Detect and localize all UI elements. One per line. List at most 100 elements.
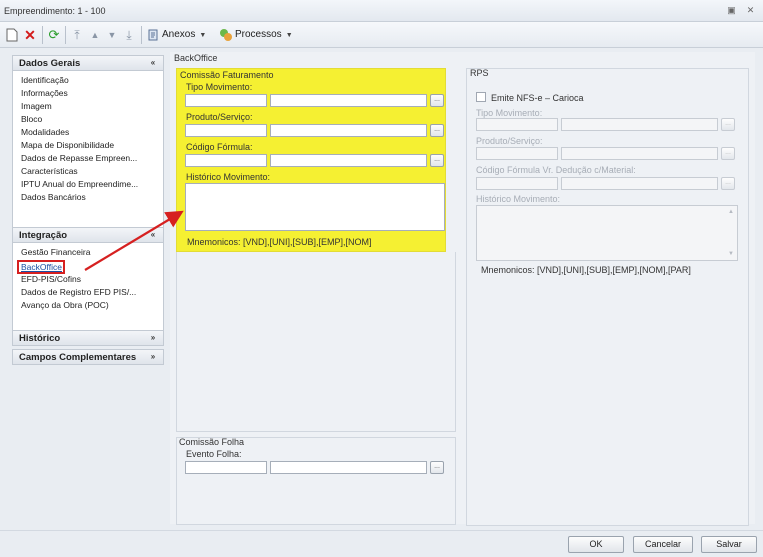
rps-codigo-formula-label: Código Fórmula Vr. Dedução c/Material: [476, 165, 636, 175]
evento-folha-desc-field[interactable] [270, 461, 427, 474]
new-document-icon[interactable] [4, 27, 20, 43]
close-window-icon[interactable]: ✕ [745, 5, 756, 16]
sidebar-item-iptu-anual[interactable]: IPTU Anual do Empreendime... [13, 179, 163, 192]
footer: OK Cancelar Salvar [0, 530, 763, 557]
sidebar-item-caracteristicas[interactable]: Características [13, 166, 163, 179]
rps-tipo-movimento-label: Tipo Movimento: [476, 108, 543, 118]
rps-historico-movimento-label: Histórico Movimento: [476, 194, 561, 204]
anexos-menu[interactable]: Anexos ▼ [162, 29, 206, 40]
group-header-historico[interactable]: Histórico » [12, 330, 164, 346]
next-record-icon[interactable]: ▼ [104, 27, 120, 43]
sidebar-item-backoffice[interactable]: BackOffice [17, 260, 65, 274]
rps-produto-servico-lookup-button[interactable]: ... [721, 147, 735, 160]
tipo-movimento-desc-field[interactable] [270, 94, 427, 107]
rps-tipo-movimento-desc-field[interactable] [561, 118, 718, 131]
tipo-movimento-code-field[interactable] [185, 94, 267, 107]
rps-codigo-formula-code-field[interactable] [476, 177, 558, 190]
rps-tipo-movimento-lookup-button[interactable]: ... [721, 118, 735, 131]
group-title: Campos Complementares [19, 352, 137, 363]
toolbar-separator [42, 26, 43, 44]
group-historico: Histórico » [12, 330, 164, 346]
sidebar-item-informacoes[interactable]: Informações [13, 88, 163, 101]
toolbar-separator [65, 26, 66, 44]
evento-folha-lookup-button[interactable]: ... [430, 461, 444, 474]
chevron-down-icon: ▼ [285, 32, 293, 39]
sidebar-item-efd-pis-cofins[interactable]: EFD-PIS/Cofins [13, 274, 163, 287]
group-header-integracao[interactable]: Integração « [12, 227, 164, 243]
expand-icon[interactable]: » [147, 332, 159, 344]
previous-record-icon[interactable]: ▲ [87, 27, 103, 43]
window-title: Empreendimento: 1 - 100 [4, 6, 106, 16]
produto-servico-code-field[interactable] [185, 124, 267, 137]
group-integracao: Integração « Gestão Financeira BackOffic… [12, 227, 164, 335]
ok-button[interactable]: OK [568, 536, 624, 553]
group-body-dados-gerais: Identificação Informações Imagem Bloco M… [12, 71, 164, 235]
evento-folha-code-field[interactable] [185, 461, 267, 474]
group-title: Dados Gerais [19, 58, 81, 69]
restore-icon[interactable]: ▣ [726, 5, 737, 16]
rps-title: RPS [470, 68, 489, 78]
group-header-dados-gerais[interactable]: Dados Gerais « [12, 55, 164, 71]
rps-codigo-formula-desc-field[interactable] [561, 177, 718, 190]
comissao-folha-title: Comissão Folha [179, 437, 245, 447]
produto-servico-lookup-button[interactable]: ... [430, 124, 444, 137]
rps-produto-servico-label: Produto/Serviço: [476, 136, 543, 146]
sidebar-item-dados-registro-efd[interactable]: Dados de Registro EFD PIS/... [13, 287, 163, 300]
rps-mnemonicos: Mnemonicos: [VND],[UNI],[SUB],[EMP],[NOM… [481, 265, 691, 275]
sidebar-item-imagem[interactable]: Imagem [13, 101, 163, 114]
historico-movimento-textarea[interactable] [185, 183, 445, 231]
delete-icon[interactable]: ✕ [22, 27, 38, 43]
sidebar-item-gestao-financeira[interactable]: Gestão Financeira [13, 247, 163, 260]
emite-nfse-label: Emite NFS-e – Carioca [491, 93, 584, 103]
expand-icon[interactable]: » [147, 351, 159, 363]
codigo-formula-label: Código Fórmula: [186, 142, 253, 152]
sidebar-item-mapa-disponibilidade[interactable]: Mapa de Disponibilidade [13, 140, 163, 153]
collapse-icon[interactable]: « [147, 229, 159, 241]
rps-produto-servico-code-field[interactable] [476, 147, 558, 160]
emite-nfse-checkbox[interactable] [476, 92, 486, 102]
rps-produto-servico-desc-field[interactable] [561, 147, 718, 160]
processos-icon [218, 27, 234, 43]
codigo-formula-code-field[interactable] [185, 154, 267, 167]
collapse-icon[interactable]: « [147, 57, 159, 69]
toolbar-separator [141, 26, 142, 44]
toolbar: ✕ ⟳ ⤒ ▲ ▼ ⤓ Anexos ▼ Processos ▼ [0, 22, 763, 48]
codigo-formula-desc-field[interactable] [270, 154, 427, 167]
chevron-down-icon: ▼ [199, 32, 207, 39]
processos-menu[interactable]: Processos ▼ [235, 29, 293, 40]
group-title: Histórico [19, 333, 61, 344]
group-header-campos-complementares[interactable]: Campos Complementares » [12, 349, 164, 365]
first-record-icon[interactable]: ⤒ [69, 27, 85, 43]
produto-servico-desc-field[interactable] [270, 124, 427, 137]
processos-label: Processos [235, 29, 282, 40]
comissao-faturamento-title: Comissão Faturamento [180, 70, 274, 80]
refresh-icon[interactable]: ⟳ [46, 27, 62, 43]
sidebar-item-dados-bancarios[interactable]: Dados Bancários [13, 192, 163, 205]
sidebar-item-dados-repasse[interactable]: Dados de Repasse Empreen... [13, 153, 163, 166]
cancelar-button[interactable]: Cancelar [633, 536, 693, 553]
scroll-down-icon[interactable]: ▼ [728, 251, 734, 257]
last-record-icon[interactable]: ⤓ [121, 27, 137, 43]
comissao-mnemonicos: Mnemonicos: [VND],[UNI],[SUB],[EMP],[NOM… [187, 237, 372, 247]
tipo-movimento-label: Tipo Movimento: [186, 82, 253, 92]
section-title: BackOffice [174, 53, 218, 63]
sidebar-item-identificacao[interactable]: Identificação [13, 75, 163, 88]
rps-historico-movimento-textarea[interactable]: ▲ ▼ [476, 205, 738, 261]
window-titlebar: Empreendimento: 1 - 100 ▣ ✕ [0, 0, 763, 22]
group-title: Integração [19, 230, 68, 241]
anexos-label: Anexos [162, 29, 196, 40]
evento-folha-label: Evento Folha: [186, 449, 242, 459]
sidebar-item-modalidades[interactable]: Modalidades [13, 127, 163, 140]
codigo-formula-lookup-button[interactable]: ... [430, 154, 444, 167]
sidebar-item-avanco-obra[interactable]: Avanço da Obra (POC) [13, 300, 163, 313]
salvar-button[interactable]: Salvar [701, 536, 757, 553]
scroll-up-icon[interactable]: ▲ [728, 209, 734, 215]
produto-servico-label: Produto/Serviço: [186, 112, 253, 122]
group-body-integracao: Gestão Financeira BackOffice EFD-PIS/Cof… [12, 243, 164, 335]
tipo-movimento-lookup-button[interactable]: ... [430, 94, 444, 107]
rps-codigo-formula-lookup-button[interactable]: ... [721, 177, 735, 190]
attachment-icon [145, 27, 161, 43]
sidebar-item-bloco[interactable]: Bloco [13, 114, 163, 127]
comissao-empty-area [176, 252, 456, 432]
rps-tipo-movimento-code-field[interactable] [476, 118, 558, 131]
